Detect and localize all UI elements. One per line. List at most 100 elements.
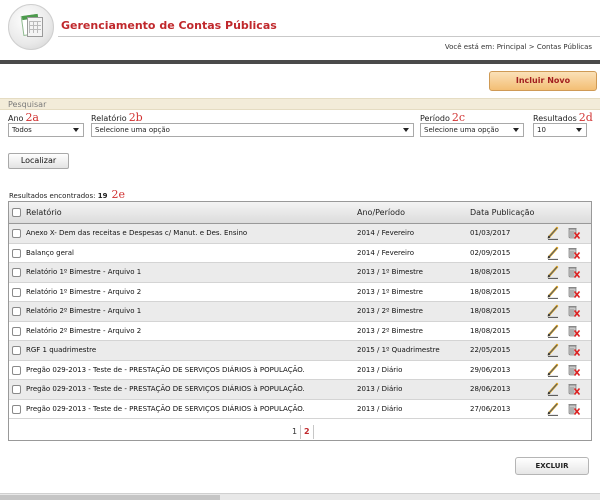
date-cell: 29/06/2013 — [470, 365, 511, 374]
chevron-down-icon — [576, 128, 582, 132]
search-section-label: Pesquisar — [8, 100, 47, 109]
date-cell: 22/05/2015 — [470, 346, 511, 354]
report-cell: Pregão 029-2013 - Teste de - PRESTAÇÃO D… — [26, 385, 305, 393]
app-header: Gerenciamento de Contas Públicas Você es… — [0, 0, 600, 56]
edit-icon[interactable] — [546, 382, 560, 396]
period-cell: 2015 / 1º Quadrimestre — [357, 346, 440, 354]
year-select[interactable]: Todos — [8, 123, 84, 137]
delete-icon[interactable] — [567, 226, 581, 240]
row-checkbox[interactable] — [12, 346, 21, 355]
breadcrumb: Você está em: Principal > Contas Pública… — [444, 43, 592, 51]
report-cell: Anexo X- Dem das receitas e Despesas c/ … — [26, 229, 248, 237]
period-cell: 2013 / 1º Bimestre — [357, 287, 423, 296]
reports-table: Relatório Ano/Período Data Publicação An… — [8, 201, 592, 441]
edit-icon[interactable] — [546, 402, 560, 416]
date-cell: 02/09/2015 — [470, 248, 511, 257]
delete-button[interactable]: EXCLUIR — [515, 457, 589, 475]
page-divider — [300, 425, 301, 439]
row-checkbox[interactable] — [12, 385, 21, 394]
report-cell: Relatório 2º Bimestre - Arquivo 1 — [26, 307, 142, 315]
delete-icon[interactable] — [567, 285, 581, 299]
select-all-checkbox[interactable] — [12, 208, 21, 217]
period-cell: 2013 / Diário — [357, 404, 403, 413]
page-1-link[interactable]: 1 — [292, 427, 297, 436]
table-row[interactable]: Relatório 2º Bimestre - Arquivo 1 2013 / … — [9, 302, 591, 322]
app-title: Gerenciamento de Contas Públicas — [61, 19, 277, 32]
report-cell: Relatório 1º Bimestre - Arquivo 1 — [26, 268, 142, 276]
page-2-link[interactable]: 2 — [304, 427, 310, 436]
horizontal-scrollbar[interactable] — [0, 493, 600, 500]
table-row[interactable]: RGF 1 quadrimestre 2015 / 1º Quadrimestre… — [9, 341, 591, 361]
row-checkbox[interactable] — [12, 307, 21, 316]
column-header-period: Ano/Período — [357, 208, 405, 217]
row-checkbox[interactable] — [12, 365, 21, 375]
table-row[interactable]: Pregão 029-2013 - Teste de - PRESTAÇÃO D… — [9, 361, 591, 380]
scrollbar-thumb[interactable] — [0, 495, 220, 500]
delete-icon[interactable] — [567, 382, 581, 396]
search-section-bar: Pesquisar — [0, 98, 600, 110]
table-row[interactable]: Balanço geral 2014 / Fevereiro 02/09/2015 — [9, 244, 591, 263]
report-cell: Relatório 1º Bimestre - Arquivo 2 — [26, 287, 142, 296]
results-count: Resultados encontrados: 19 2e — [9, 188, 125, 201]
date-cell: 18/08/2015 — [470, 287, 511, 296]
delete-icon[interactable] — [567, 246, 581, 260]
table-row[interactable]: Relatório 1º Bimestre - Arquivo 1 2013 / … — [9, 263, 591, 283]
delete-icon[interactable] — [567, 402, 581, 416]
delete-icon[interactable] — [567, 363, 581, 377]
report-cell: Pregão 029-2013 - Teste de - PRESTAÇÃO D… — [26, 404, 305, 413]
search-button[interactable]: Localizar — [8, 153, 69, 169]
date-cell: 18/08/2015 — [470, 268, 511, 276]
edit-icon[interactable] — [546, 246, 560, 260]
date-cell: 01/03/2017 — [470, 229, 511, 237]
table-row[interactable]: Relatório 2º Bimestre - Arquivo 2 2013 / … — [9, 322, 591, 341]
edit-icon[interactable] — [546, 363, 560, 377]
delete-icon[interactable] — [567, 304, 581, 318]
delete-icon[interactable] — [567, 324, 581, 338]
add-new-button[interactable]: Incluir Novo — [489, 71, 597, 91]
edit-icon[interactable] — [546, 285, 560, 299]
table-row[interactable]: Pregão 029-2013 - Teste de - PRESTAÇÃO D… — [9, 400, 591, 419]
row-checkbox[interactable] — [12, 229, 21, 238]
report-cell: RGF 1 quadrimestre — [26, 346, 97, 354]
date-cell: 28/06/2013 — [470, 385, 511, 393]
report-cell: Relatório 2º Bimestre - Arquivo 2 — [26, 326, 142, 335]
edit-icon[interactable] — [546, 324, 560, 338]
date-cell: 18/08/2015 — [470, 307, 511, 315]
edit-icon[interactable] — [546, 304, 560, 318]
period-cell: 2013 / 1º Bimestre — [357, 268, 423, 276]
row-checkbox[interactable] — [12, 248, 21, 258]
column-header-report: Relatório — [26, 208, 62, 217]
period-cell: 2013 / Diário — [357, 365, 403, 374]
delete-icon[interactable] — [567, 265, 581, 279]
chevron-down-icon — [403, 128, 409, 132]
edit-icon[interactable] — [546, 265, 560, 279]
report-select[interactable]: Selecione uma opção — [91, 123, 414, 137]
report-cell: Pregão 029-2013 - Teste de - PRESTAÇÃO D… — [26, 365, 305, 374]
chevron-down-icon — [513, 128, 519, 132]
period-cell: 2014 / Fevereiro — [357, 229, 415, 237]
spreadsheet-logo-icon — [8, 4, 54, 50]
title-divider — [58, 36, 600, 37]
table-row[interactable]: Pregão 029-2013 - Teste de - PRESTAÇÃO D… — [9, 380, 591, 400]
report-cell: Balanço geral — [26, 248, 74, 257]
column-header-date: Data Publicação — [470, 208, 535, 217]
edit-icon[interactable] — [546, 343, 560, 357]
period-select[interactable]: Selecione uma opção — [420, 123, 524, 137]
row-checkbox[interactable] — [12, 287, 21, 297]
table-header: Relatório Ano/Período Data Publicação — [9, 202, 591, 224]
header-band — [0, 60, 600, 64]
table-row[interactable]: Relatório 1º Bimestre - Arquivo 2 2013 / … — [9, 283, 591, 302]
delete-icon[interactable] — [567, 343, 581, 357]
results-per-page-select[interactable]: 10 — [533, 123, 587, 137]
chevron-down-icon — [73, 128, 79, 132]
annotation-tag: 2e — [111, 188, 125, 201]
row-checkbox[interactable] — [12, 268, 21, 277]
edit-icon[interactable] — [546, 226, 560, 240]
table-row[interactable]: Anexo X- Dem das receitas e Despesas c/ … — [9, 224, 591, 244]
row-checkbox[interactable] — [12, 326, 21, 336]
row-checkbox[interactable] — [12, 404, 21, 414]
date-cell: 18/08/2015 — [470, 326, 511, 335]
page-divider — [313, 425, 314, 439]
pagination: 1 2 — [9, 423, 591, 441]
period-cell: 2013 / Diário — [357, 385, 403, 393]
